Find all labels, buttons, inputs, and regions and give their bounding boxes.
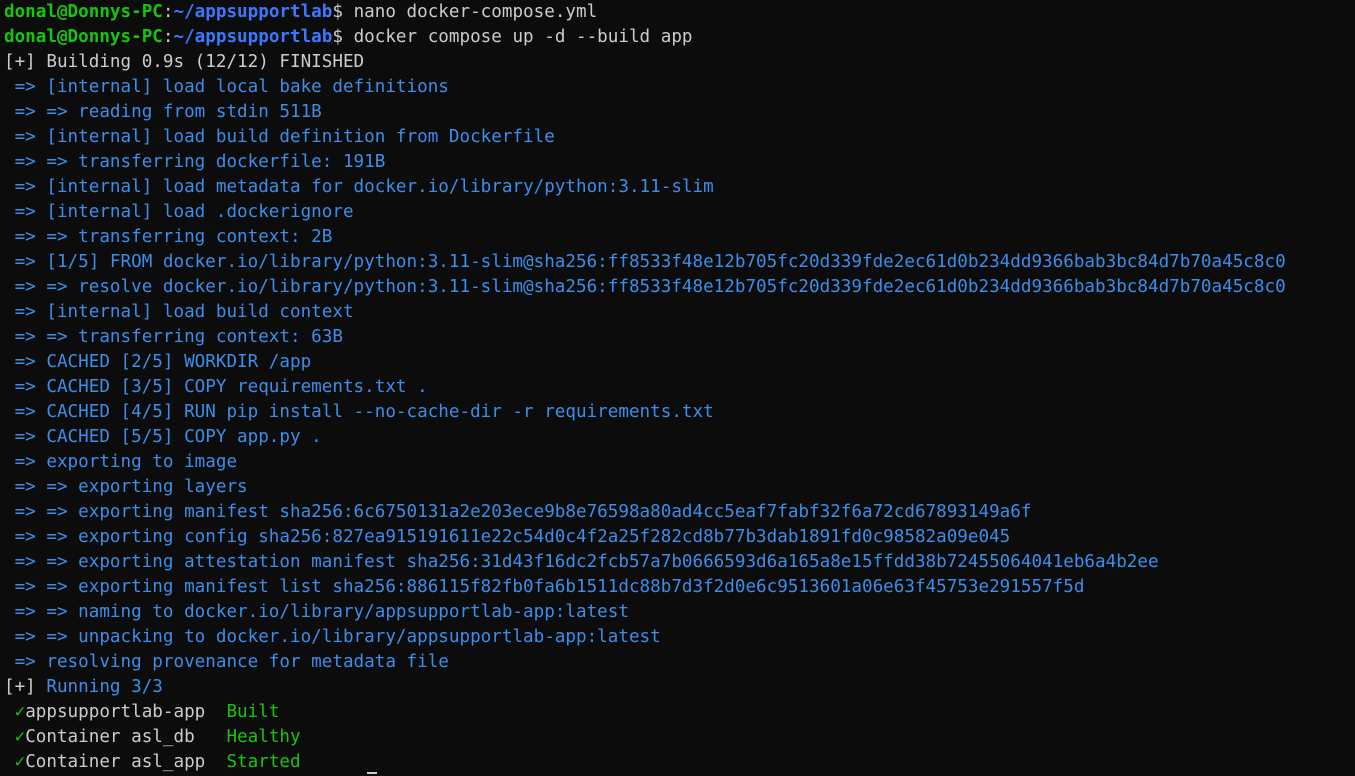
build-step: => => transferring context: 63B: [4, 327, 343, 347]
command-text: docker compose up -d --build app: [353, 27, 693, 47]
check-icon: ✓: [4, 752, 26, 772]
check-icon: ✓: [4, 702, 26, 722]
build-step: => [1/5] FROM docker.io/library/python:3…: [4, 252, 1286, 272]
prompt-sign: $: [332, 2, 354, 22]
working-directory: ~/appsupportlab: [173, 27, 333, 47]
build-step: => => unpacking to docker.io/library/app…: [4, 627, 661, 647]
result-name: Container asl_db: [25, 727, 195, 747]
result-status: Healthy: [226, 727, 301, 747]
prompt-sign: $: [332, 27, 354, 47]
build-step: => [internal] load build context: [4, 302, 354, 322]
running-header: [+] Running 3/3: [4, 675, 1355, 700]
build-step: => CACHED [5/5] COPY app.py .: [4, 427, 322, 447]
build-step: => => transferring context: 2B: [4, 227, 333, 247]
build-header: [+] Building 0.9s (12/12) FINISHED: [4, 50, 1355, 75]
build-step: => [internal] load local bake definition…: [4, 77, 449, 97]
user-host: donal@Donnys-PC: [4, 2, 163, 22]
build-step: => resolving provenance for metadata fil…: [4, 652, 449, 672]
prompt-separator: :: [162, 2, 174, 22]
result-status: Started: [226, 752, 301, 772]
build-step: => => resolve docker.io/library/python:3…: [4, 277, 1286, 297]
build-step: => CACHED [3/5] COPY requirements.txt .: [4, 377, 428, 397]
result-row: ✓appsupportlab-app Built: [4, 700, 1355, 725]
working-directory: ~/appsupportlab: [173, 2, 333, 22]
prompt-line: donal@Donnys-PC:~/appsupportlab$ docker …: [4, 25, 1355, 50]
check-icon: ✓: [4, 727, 26, 747]
running-summary: Running 3/3: [35, 677, 163, 697]
build-step: => CACHED [4/5] RUN pip install --no-cac…: [4, 402, 714, 422]
build-step: => => exporting attestation manifest sha…: [4, 552, 1159, 572]
build-step: => => exporting manifest sha256:6c675013…: [4, 502, 1032, 522]
build-step: => => exporting layers: [4, 477, 248, 497]
build-step: => => exporting manifest list sha256:886…: [4, 577, 1085, 597]
result-row: ✓Container asl_app Started: [4, 750, 1355, 775]
build-marker: [+]: [4, 52, 36, 72]
build-step: => [internal] load build definition from…: [4, 127, 555, 147]
running-marker: [+]: [4, 677, 36, 697]
result-padding: [205, 752, 226, 772]
result-padding: [205, 702, 226, 722]
text-cursor: [367, 772, 377, 774]
user-host: donal@Donnys-PC: [4, 27, 163, 47]
build-step: => => transferring dockerfile: 191B: [4, 152, 386, 172]
build-step: => => naming to docker.io/library/appsup…: [4, 602, 629, 622]
result-padding: [195, 727, 227, 747]
build-step: => [internal] load metadata for docker.i…: [4, 177, 714, 197]
result-name: appsupportlab-app: [25, 702, 206, 722]
terminal-window[interactable]: donal@Donnys-PC:~/appsupportlab$ nano do…: [0, 0, 1355, 776]
prompt-separator: :: [162, 27, 174, 47]
prompt-line: donal@Donnys-PC:~/appsupportlab$ nano do…: [4, 0, 1355, 25]
build-step: => [internal] load .dockerignore: [4, 202, 354, 222]
result-status: Built: [226, 702, 280, 722]
result-row: ✓Container asl_db Healthy: [4, 725, 1355, 750]
build-step: => exporting to image: [4, 452, 238, 472]
command-text: nano docker-compose.yml: [353, 2, 598, 22]
result-name: Container asl_app: [25, 752, 206, 772]
build-summary: Building 0.9s (12/12) FINISHED: [35, 52, 365, 72]
build-step: => CACHED [2/5] WORKDIR /app: [4, 352, 312, 372]
build-step: => => reading from stdin 511B: [4, 102, 322, 122]
build-step: => => exporting config sha256:827ea91519…: [4, 527, 1011, 547]
